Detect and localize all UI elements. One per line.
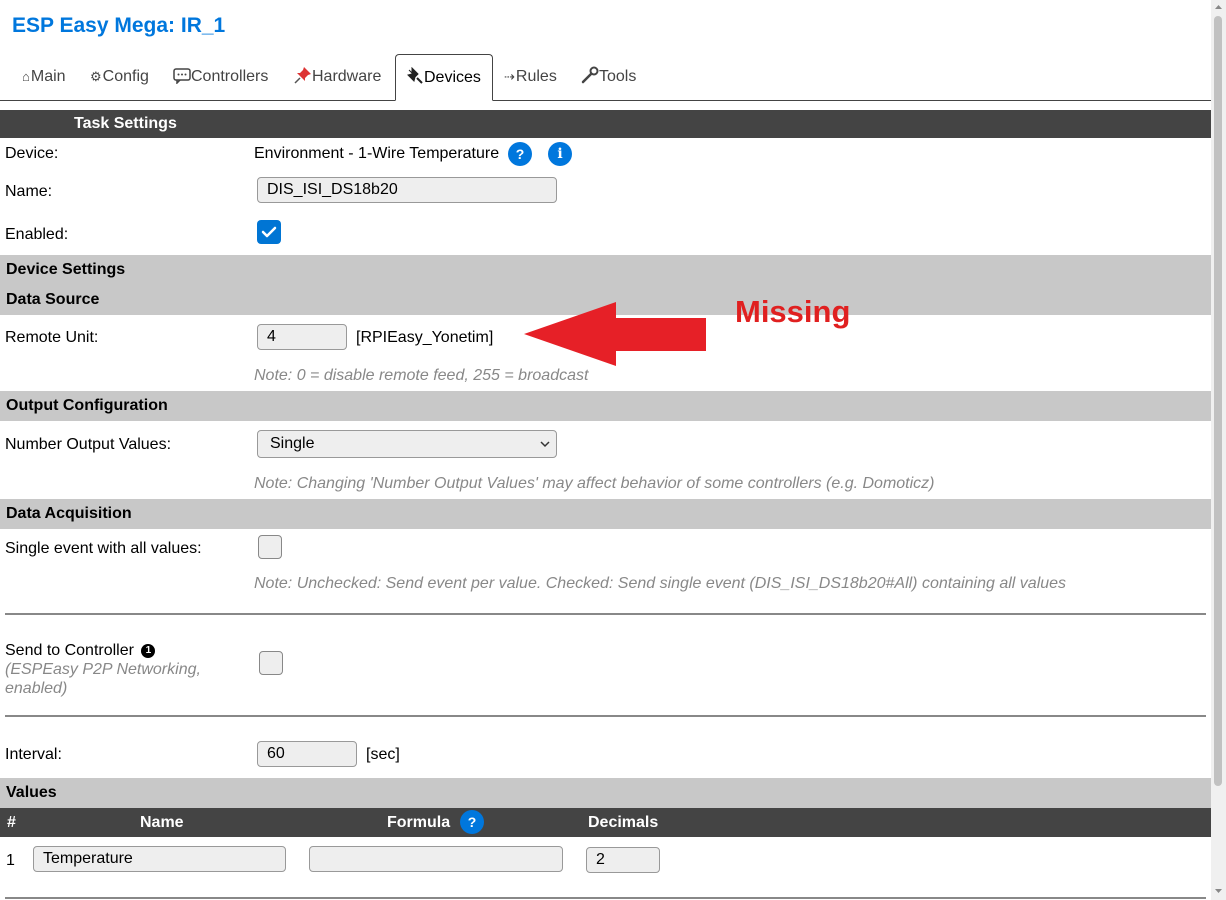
value-name-input[interactable]: Temperature	[33, 846, 286, 872]
values-table-header: # Name Formula ? Decimals	[0, 808, 1211, 837]
main-tab-bar: ⌂Main ⚙Config Controllers Hardware Devic…	[0, 54, 1211, 101]
col-name: Name	[140, 814, 184, 831]
tab-config-label: Config	[102, 68, 149, 85]
formula-help-icon[interactable]: ?	[460, 810, 484, 834]
arrow-right-icon: ⇢	[504, 69, 515, 84]
number-output-values-note: Note: Changing 'Number Output Values' ma…	[254, 475, 935, 492]
tab-config[interactable]: ⚙Config	[80, 54, 159, 99]
remote-unit-note: Note: 0 = disable remote feed, 255 = bro…	[254, 367, 589, 384]
remote-unit-label: Remote Unit:	[5, 329, 99, 346]
missing-annotation-label: Missing	[735, 294, 851, 329]
data-acquisition-header: Data Acquisition	[0, 499, 1211, 529]
col-decimals: Decimals	[588, 814, 659, 831]
tab-controllers[interactable]: Controllers	[163, 54, 278, 99]
divider	[5, 715, 1206, 717]
data-source-title: Data Source	[6, 291, 100, 308]
enabled-checkbox[interactable]	[257, 220, 281, 244]
send-to-controller-sublabel: (ESPEasy P2P Networking, enabled)	[5, 661, 201, 697]
device-value: Environment - 1-Wire Temperature	[254, 145, 500, 162]
number-output-values-label: Number Output Values:	[5, 436, 172, 453]
tab-tools[interactable]: Tools	[571, 54, 646, 99]
red-arrow-annotation	[524, 302, 706, 366]
send-to-controller-checkbox[interactable]	[259, 651, 283, 675]
interval-label: Interval:	[5, 746, 62, 763]
output-configuration-header: Output Configuration	[0, 391, 1211, 421]
page-title: ESP Easy Mega: IR_1	[12, 14, 226, 37]
tab-hardware-label: Hardware	[312, 68, 382, 85]
device-settings-title: Device Settings	[6, 261, 126, 278]
divider	[5, 613, 1206, 615]
scrollbar[interactable]	[1211, 0, 1226, 900]
values-header: Values	[0, 778, 1211, 808]
task-settings-title: Task Settings	[74, 115, 177, 132]
info-icon[interactable]: i	[548, 142, 572, 166]
tab-rules[interactable]: ⇢Rules	[494, 54, 567, 99]
task-settings-header: Task Settings	[0, 110, 1211, 138]
interval-unit: [sec]	[366, 746, 400, 763]
divider	[5, 897, 1206, 899]
interval-input[interactable]: 60	[257, 741, 357, 767]
col-formula: Formula	[387, 814, 451, 831]
value-decimals-input[interactable]: 2	[586, 847, 660, 873]
tab-hardware[interactable]: Hardware	[284, 54, 391, 99]
single-event-label: Single event with all values:	[5, 540, 202, 557]
wrench-icon	[581, 66, 599, 84]
tab-devices-label: Devices	[424, 69, 481, 86]
send-to-controller-text: Send to Controller	[5, 642, 134, 659]
value-formula-input[interactable]	[309, 846, 563, 872]
remote-unit-input[interactable]: 4	[257, 324, 347, 350]
col-num: #	[7, 814, 16, 831]
chat-icon	[173, 68, 191, 85]
pushpin-icon	[294, 67, 311, 84]
tab-devices[interactable]: Devices	[395, 54, 493, 101]
controller-number-badge: 1	[141, 644, 156, 658]
tab-controllers-label: Controllers	[191, 68, 269, 85]
scrollbar-thumb[interactable]	[1214, 16, 1222, 786]
single-event-note: Note: Unchecked: Send event per value. C…	[254, 575, 1067, 592]
help-icon[interactable]: ?	[508, 142, 532, 166]
gear-icon: ⚙	[90, 69, 102, 84]
single-event-checkbox[interactable]	[258, 535, 282, 559]
number-output-values-select[interactable]: Single	[257, 430, 557, 458]
enabled-label: Enabled:	[5, 226, 69, 243]
number-output-values-selected: Single	[270, 435, 315, 452]
home-icon: ⌂	[22, 69, 30, 84]
values-title: Values	[6, 784, 57, 801]
tab-main-label: Main	[30, 68, 66, 85]
send-to-controller-label: Send to Controller 1	[5, 642, 156, 660]
plug-icon	[407, 66, 423, 84]
name-label: Name:	[5, 183, 53, 200]
scroll-up-icon[interactable]	[1214, 4, 1223, 10]
data-acquisition-title: Data Acquisition	[6, 505, 132, 522]
chevron-down-icon	[540, 441, 550, 448]
tab-main[interactable]: ⌂Main	[12, 54, 76, 99]
device-label: Device:	[5, 145, 59, 162]
scroll-down-icon[interactable]	[1214, 888, 1223, 894]
output-configuration-title: Output Configuration	[6, 397, 168, 414]
tab-tools-label: Tools	[599, 68, 637, 85]
value-row-num: 1	[6, 852, 15, 869]
checkmark-icon	[261, 226, 277, 238]
tab-rules-label: Rules	[515, 68, 557, 85]
name-input[interactable]: DIS_ISI_DS18b20	[257, 177, 557, 203]
remote-unit-name: [RPIEasy_Yonetim]	[356, 329, 494, 346]
